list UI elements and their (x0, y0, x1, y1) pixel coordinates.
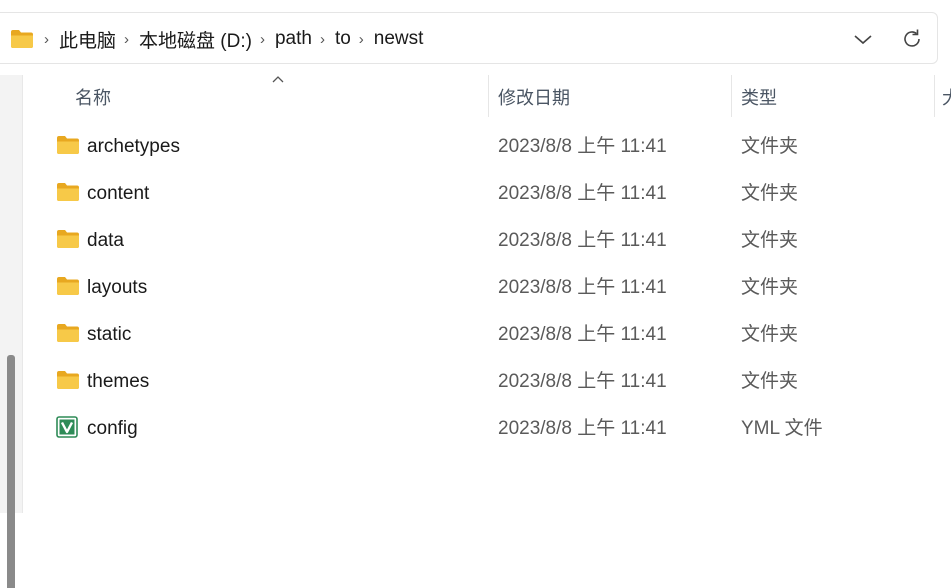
file-type: 文件夹 (741, 230, 799, 251)
column-header-name[interactable]: 名称 (75, 75, 111, 119)
file-type: 文件夹 (741, 324, 799, 345)
folder-icon (10, 29, 34, 54)
file-type: 文件夹 (741, 371, 799, 392)
yml-file-icon (56, 416, 78, 443)
table-row[interactable]: archetypes 2023/8/8 上午 11:41 文件夹 (40, 123, 951, 170)
file-name: themes (87, 371, 150, 392)
table-row[interactable]: config 2023/8/8 上午 11:41 YML 文件 (40, 405, 951, 452)
refresh-icon (904, 29, 920, 47)
sort-ascending-icon (270, 72, 286, 90)
file-type: 文件夹 (741, 136, 799, 157)
breadcrumb-item-this-pc[interactable]: 此电脑 (59, 26, 116, 53)
folder-icon (56, 276, 80, 301)
chevron-right-icon[interactable]: › (260, 31, 265, 48)
scrollbar-thumb[interactable] (7, 355, 15, 588)
column-divider[interactable] (488, 75, 489, 117)
column-header-size[interactable]: 大 (942, 75, 951, 119)
address-bar[interactable]: › 此电脑 › 本地磁盘 (D:) › path › to › newst (0, 12, 938, 64)
column-header-type[interactable]: 类型 (741, 75, 777, 119)
folder-icon (56, 135, 80, 160)
folder-icon (56, 323, 80, 348)
column-divider[interactable] (731, 75, 732, 117)
file-type: 文件夹 (741, 183, 799, 204)
file-name: archetypes (87, 136, 180, 157)
column-divider[interactable] (934, 75, 935, 117)
file-type: YML 文件 (741, 418, 823, 439)
folder-icon (56, 229, 80, 254)
file-type: 文件夹 (741, 277, 799, 298)
breadcrumb-item-newst[interactable]: newst (374, 28, 424, 50)
breadcrumb-item-path[interactable]: path (275, 28, 312, 50)
breadcrumb: › 此电脑 › 本地磁盘 (D:) › path › to › newst (36, 13, 423, 65)
folder-icon (56, 370, 80, 395)
file-date: 2023/8/8 上午 11:41 (498, 371, 667, 392)
file-date: 2023/8/8 上午 11:41 (498, 183, 667, 204)
file-date: 2023/8/8 上午 11:41 (498, 230, 667, 251)
file-name: layouts (87, 277, 148, 298)
table-row[interactable]: data 2023/8/8 上午 11:41 文件夹 (40, 217, 951, 264)
table-row[interactable]: layouts 2023/8/8 上午 11:41 文件夹 (40, 264, 951, 311)
chevron-down-icon (854, 35, 872, 45)
table-row[interactable]: themes 2023/8/8 上午 11:41 文件夹 (40, 358, 951, 405)
file-date: 2023/8/8 上午 11:41 (498, 136, 667, 157)
file-name: static (87, 324, 132, 345)
file-date: 2023/8/8 上午 11:41 (498, 324, 667, 345)
navigation-pane (0, 75, 23, 588)
file-name: config (87, 418, 138, 439)
breadcrumb-item-drive-d[interactable]: 本地磁盘 (D:) (139, 26, 252, 53)
breadcrumb-item-to[interactable]: to (335, 28, 351, 50)
file-date: 2023/8/8 上午 11:41 (498, 277, 667, 298)
folder-icon (56, 182, 80, 207)
chevron-right-icon[interactable]: › (359, 31, 364, 48)
table-row[interactable]: static 2023/8/8 上午 11:41 文件夹 (40, 311, 951, 358)
file-name: data (87, 230, 124, 251)
refresh-button[interactable] (900, 27, 924, 56)
file-name: content (87, 183, 150, 204)
chevron-right-icon[interactable]: › (44, 31, 49, 48)
file-date: 2023/8/8 上午 11:41 (498, 418, 667, 439)
address-history-dropdown[interactable] (852, 29, 874, 54)
table-row[interactable]: content 2023/8/8 上午 11:41 文件夹 (40, 170, 951, 217)
chevron-right-icon[interactable]: › (320, 31, 325, 48)
column-header-date[interactable]: 修改日期 (498, 75, 570, 119)
chevron-right-icon[interactable]: › (124, 31, 129, 48)
